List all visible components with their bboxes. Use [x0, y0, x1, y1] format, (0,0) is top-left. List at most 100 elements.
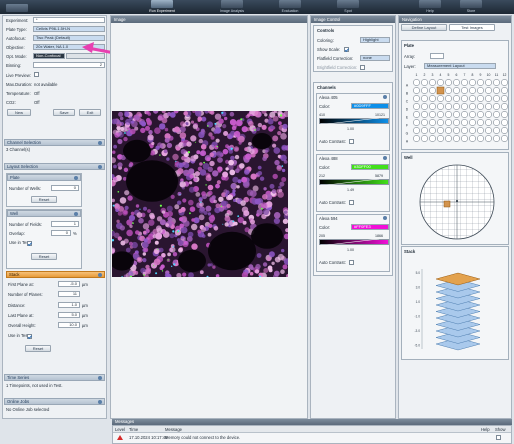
channel-color-picker[interactable]: #3DFF00 [351, 164, 389, 170]
well-use-in-test-checkbox[interactable] [27, 241, 32, 246]
plate-well[interactable] [461, 103, 468, 110]
define-layout-subtab[interactable]: Define Layout [401, 24, 447, 31]
plate-well[interactable] [429, 111, 436, 118]
ribbon-evaluation[interactable]: Evaluation [270, 0, 310, 14]
brightfield-checkbox[interactable] [360, 65, 365, 70]
plate-row-header[interactable]: F [406, 124, 408, 128]
navigation-tab[interactable]: Navigation [399, 16, 511, 23]
binning-select[interactable]: 2 [33, 62, 105, 68]
collapse-icon[interactable] [98, 400, 102, 404]
distance-field[interactable]: 1.0 [58, 302, 80, 308]
plate-well[interactable] [437, 111, 444, 118]
plate-col-header[interactable]: 11 [495, 73, 499, 77]
plate-well[interactable] [437, 79, 444, 86]
image-tab[interactable]: Image [111, 16, 307, 23]
plate-well[interactable] [469, 79, 476, 86]
plate-well[interactable] [501, 87, 508, 94]
plate-well[interactable] [421, 103, 428, 110]
plate-well[interactable] [501, 103, 508, 110]
plate-well[interactable] [453, 135, 460, 142]
plate-col-header[interactable]: 3 [432, 73, 434, 77]
plate-well[interactable] [421, 127, 428, 134]
plate-col-header[interactable]: 8 [472, 73, 474, 77]
plate-row-header[interactable]: G [406, 132, 409, 136]
plate-well[interactable] [413, 111, 420, 118]
plate-well[interactable] [493, 87, 500, 94]
plate-well[interactable] [477, 135, 484, 142]
plate-group-header[interactable]: Plate [7, 174, 81, 181]
online-jobs-header[interactable]: Online Jobs [4, 398, 105, 405]
well-field-grid[interactable] [418, 163, 496, 241]
plate-well[interactable] [493, 127, 500, 134]
plate-well[interactable] [413, 119, 420, 126]
time-series-header[interactable]: Time Series [4, 374, 105, 381]
plate-well[interactable] [477, 111, 484, 118]
plate-well[interactable] [501, 79, 508, 86]
plate-well[interactable] [461, 79, 468, 86]
plate-well[interactable] [445, 135, 452, 142]
plate-well[interactable] [493, 111, 500, 118]
plate-well[interactable] [421, 135, 428, 142]
plate-col-header[interactable]: 12 [503, 73, 507, 77]
plate-well[interactable] [437, 135, 444, 142]
col-time[interactable]: Time [129, 427, 138, 432]
experiment-field[interactable]: * [33, 17, 105, 23]
microscopy-image[interactable] [112, 111, 288, 277]
plate-well[interactable] [453, 111, 460, 118]
plate-well[interactable] [429, 127, 436, 134]
plate-col-header[interactable]: 2 [424, 73, 426, 77]
flatfield-select[interactable]: none [360, 55, 390, 61]
stack-reset-button[interactable]: Reset [25, 345, 51, 352]
auto-contrast-checkbox[interactable] [349, 260, 354, 265]
plate-well[interactable] [437, 119, 444, 126]
col-help[interactable]: Help [481, 427, 490, 432]
plate-type-select[interactable]: Cellvis P96-1.5H-N [33, 26, 105, 32]
ribbon-store[interactable]: Store [458, 0, 484, 14]
plate-well[interactable] [501, 111, 508, 118]
collapse-icon[interactable] [98, 165, 102, 169]
plate-well[interactable] [437, 103, 444, 110]
collapse-icon[interactable] [383, 216, 387, 220]
plate-col-header[interactable]: 6 [456, 73, 458, 77]
col-message[interactable]: Message [165, 427, 182, 432]
plate-well[interactable] [453, 79, 460, 86]
collapse-icon[interactable] [383, 156, 387, 160]
plate-well[interactable] [445, 87, 452, 94]
plate-well[interactable] [413, 135, 420, 142]
array-field[interactable] [430, 53, 444, 59]
plate-well[interactable] [429, 119, 436, 126]
plate-well[interactable] [421, 111, 428, 118]
plate-well[interactable] [413, 87, 420, 94]
plate-well[interactable] [429, 103, 436, 110]
plate-well[interactable] [493, 79, 500, 86]
save-button[interactable]: Save [53, 109, 75, 116]
plate-well[interactable] [501, 135, 508, 142]
plate-well[interactable] [413, 103, 420, 110]
live-preview-checkbox[interactable] [34, 72, 39, 77]
plate-well[interactable] [485, 127, 492, 134]
plate-well[interactable] [501, 95, 508, 102]
last-plane-field[interactable]: 5.0 [58, 312, 80, 318]
plate-row-header[interactable]: C [406, 100, 409, 104]
plate-col-header[interactable]: 4 [440, 73, 442, 77]
plate-well[interactable] [461, 127, 468, 134]
plate-reset-button[interactable]: Reset [31, 196, 57, 203]
plate-well[interactable] [461, 135, 468, 142]
plate-well[interactable] [477, 103, 484, 110]
plate-well[interactable] [429, 135, 436, 142]
plate-well[interactable] [477, 79, 484, 86]
number-of-wells-field[interactable]: 0 [51, 185, 79, 191]
test-images-subtab[interactable]: Test Images [449, 24, 495, 31]
image-control-tab[interactable]: Image Control [311, 16, 395, 23]
auto-contrast-checkbox[interactable] [349, 139, 354, 144]
plate-well[interactable] [485, 95, 492, 102]
well-reset-button[interactable]: Reset [31, 253, 57, 260]
message-show-checkbox[interactable] [496, 435, 501, 440]
plate-well[interactable] [445, 119, 452, 126]
plate-well[interactable] [461, 111, 468, 118]
plate-well[interactable] [469, 95, 476, 102]
plate-well-grid[interactable]: 1 2 3 4 5 6 7 8 9 10 11 12ABCDEFGH [403, 72, 509, 148]
plate-well[interactable] [429, 79, 436, 86]
plate-well[interactable] [485, 135, 492, 142]
plate-well[interactable] [493, 119, 500, 126]
